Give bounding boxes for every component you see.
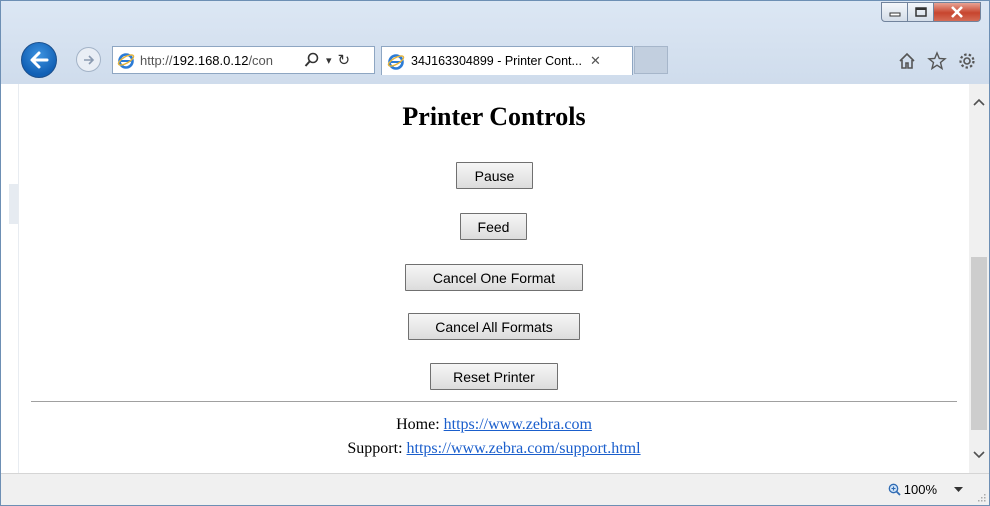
zoom-control[interactable]: 100% <box>888 482 937 497</box>
scrollbar-thumb[interactable] <box>971 257 987 430</box>
pause-button[interactable]: Pause <box>456 162 533 189</box>
forward-arrow-icon <box>83 54 94 65</box>
forward-button[interactable] <box>76 47 101 72</box>
window-caption-buttons <box>881 2 981 23</box>
minimize-icon <box>889 12 900 17</box>
browser-right-icons <box>897 51 977 71</box>
home-link[interactable]: https://www.zebra.com <box>444 416 592 433</box>
favorites-star-icon <box>927 51 947 71</box>
back-arrow-icon <box>30 51 49 69</box>
maximize-icon <box>914 7 927 17</box>
home-button[interactable] <box>897 51 917 71</box>
zoom-level: 100% <box>903 482 937 497</box>
maximize-button[interactable] <box>908 2 934 22</box>
page-title: Printer Controls <box>402 102 586 131</box>
scroll-down-button[interactable] <box>969 437 989 473</box>
status-bar: 100% <box>1 473 989 505</box>
close-icon <box>951 6 963 18</box>
page-content: Printer Controls Pause Feed Cancel One F… <box>19 84 969 473</box>
minimize-button[interactable] <box>881 2 908 22</box>
tab-title: 34J163304899 - Printer Cont... <box>411 54 582 68</box>
zoom-dropdown-icon[interactable] <box>954 487 963 493</box>
footer-support: Support: https://www.zebra.com/support.h… <box>19 440 969 458</box>
home-icon <box>899 52 915 69</box>
resize-grip-icon[interactable] <box>976 492 986 502</box>
divider <box>31 401 957 402</box>
feed-button[interactable]: Feed <box>460 213 527 240</box>
cancel-one-format-button[interactable]: Cancel One Format <box>405 264 583 291</box>
ie-logo-icon <box>387 54 405 70</box>
favorites-button[interactable] <box>927 51 947 71</box>
scroll-up-button[interactable] <box>969 84 989 120</box>
settings-button[interactable] <box>957 51 977 71</box>
back-button[interactable] <box>21 42 57 78</box>
browser-window: http://192.168.0.12/con ▾ ↻ 34J163304899… <box>0 0 990 506</box>
chevron-down-icon <box>973 451 985 459</box>
zoom-icon <box>888 483 901 496</box>
search-icon[interactable] <box>304 52 320 68</box>
chevron-up-icon <box>973 98 985 106</box>
footer-home: Home: https://www.zebra.com <box>19 416 969 434</box>
url-text[interactable]: http://192.168.0.12/con <box>140 53 300 68</box>
address-bar[interactable]: http://192.168.0.12/con ▾ ↻ <box>112 46 375 74</box>
reset-printer-button[interactable]: Reset Printer <box>430 363 558 390</box>
settings-gear-icon <box>959 53 975 69</box>
support-label: Support: <box>347 440 407 457</box>
new-tab-button[interactable] <box>634 46 668 74</box>
cancel-all-formats-button[interactable]: Cancel All Formats <box>408 313 580 340</box>
dropdown-icon[interactable]: ▾ <box>326 54 332 67</box>
tab-close-icon[interactable]: ✕ <box>590 54 601 69</box>
ie-logo-icon <box>117 53 135 69</box>
left-frame-edge <box>1 84 19 473</box>
home-label: Home: <box>396 416 444 433</box>
browser-toolbar: http://192.168.0.12/con ▾ ↻ 34J163304899… <box>1 1 989 84</box>
tab-printer-controls[interactable]: 34J163304899 - Printer Cont... ✕ <box>381 46 633 75</box>
vertical-scrollbar[interactable] <box>969 84 989 473</box>
support-link[interactable]: https://www.zebra.com/support.html <box>407 440 641 457</box>
refresh-icon[interactable]: ↻ <box>338 51 351 69</box>
close-button[interactable] <box>934 2 981 22</box>
